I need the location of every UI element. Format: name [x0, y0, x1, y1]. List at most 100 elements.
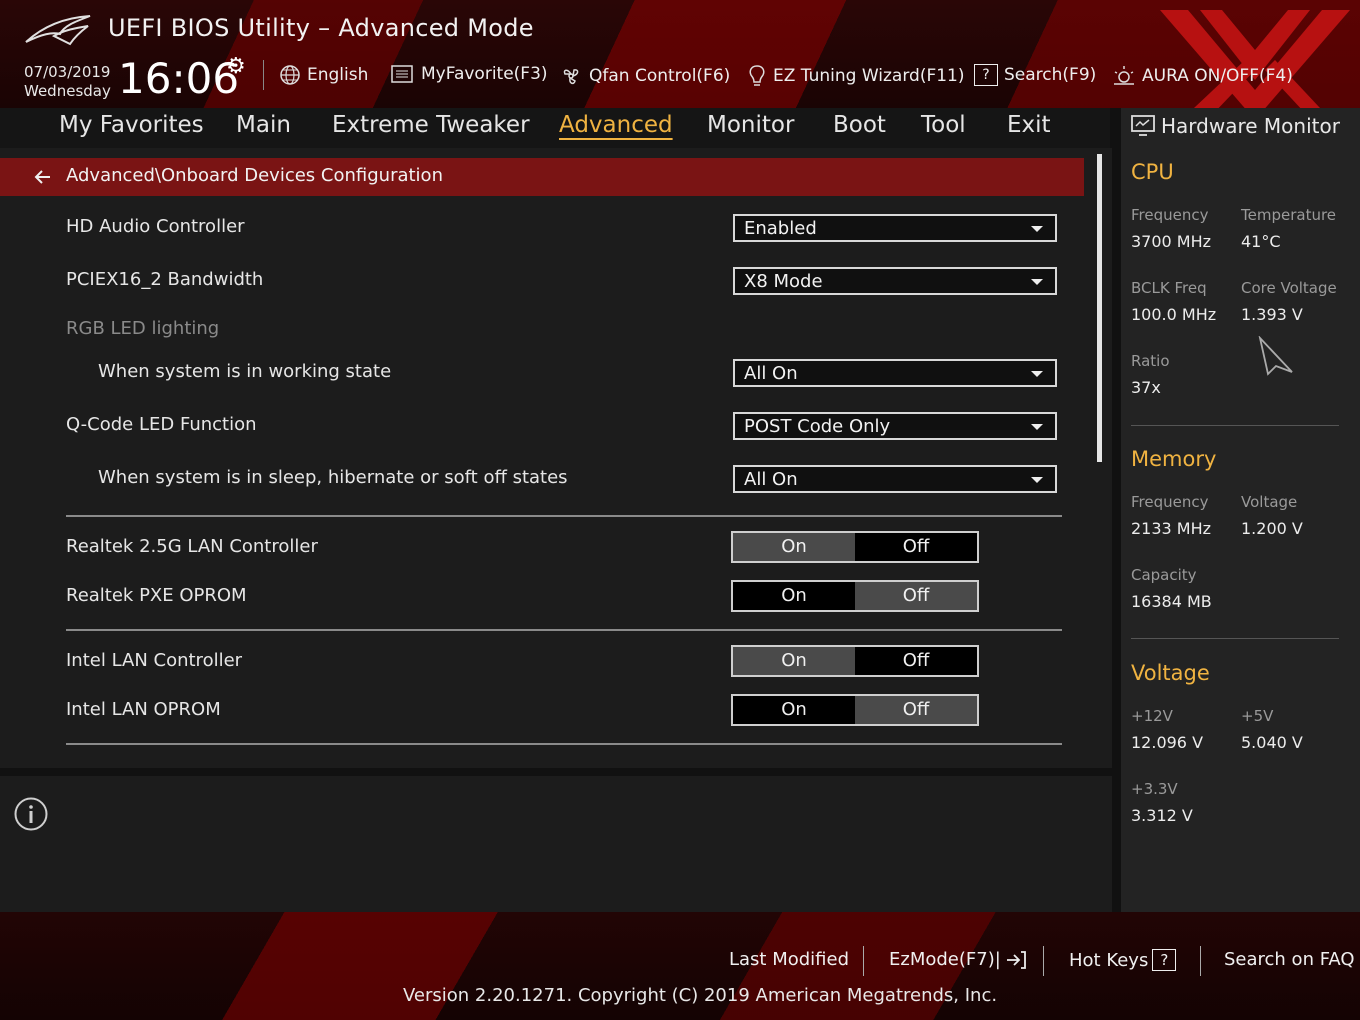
tab-exit[interactable]: Exit	[1007, 112, 1051, 138]
hot-keys-label: Hot Keys	[1069, 949, 1149, 971]
gear-icon[interactable]: ⚙	[226, 54, 246, 79]
ezmode-button[interactable]: EzMode(F7)|	[889, 949, 1027, 970]
globe-icon	[280, 65, 300, 85]
working-state-select[interactable]: All On	[733, 359, 1057, 387]
help-panel	[0, 776, 1112, 912]
pciex16-label: PCIEX16_2 Bandwidth	[66, 269, 264, 290]
search-faq-button[interactable]: Search on FAQ	[1224, 949, 1355, 970]
section-divider	[66, 515, 1062, 517]
ratio-value: 37x	[1131, 378, 1161, 397]
scrollbar[interactable]	[1097, 154, 1102, 462]
qfan-button[interactable]: Qfan Control(F6)	[559, 64, 730, 88]
ezmode-label: EzMode(F7)|	[889, 949, 1001, 970]
intel-oprom-on[interactable]: On	[733, 696, 855, 724]
hd-audio-select[interactable]: Enabled	[733, 214, 1057, 242]
intel-oprom-label: Intel LAN OPROM	[66, 699, 221, 720]
back-arrow-icon[interactable]	[32, 166, 54, 188]
sleep-state-label: When system is in sleep, hibernate or so…	[98, 467, 568, 488]
weekday-text: Wednesday	[24, 82, 111, 100]
section-divider	[66, 743, 1062, 745]
core-voltage-value: 1.393 V	[1241, 305, 1303, 324]
memory-frequency-value: 2133 MHz	[1131, 519, 1212, 538]
qfan-label: Qfan Control(F6)	[589, 66, 731, 86]
realtek-lan-toggle[interactable]: On Off	[731, 531, 979, 563]
tab-extreme-tweaker[interactable]: Extreme Tweaker	[332, 112, 530, 138]
hd-audio-value: Enabled	[744, 218, 817, 239]
hardware-monitor-panel: Hardware Monitor CPU Frequency 3700 MHz …	[1121, 108, 1360, 912]
v12-value: 12.096 V	[1131, 733, 1204, 752]
v5-value: 5.040 V	[1241, 733, 1303, 752]
cpu-temperature-label: Temperature	[1241, 206, 1337, 224]
intel-oprom-off[interactable]: Off	[855, 696, 977, 724]
ratio-label: Ratio	[1131, 352, 1170, 370]
section-divider	[66, 629, 1062, 631]
tab-boot[interactable]: Boot	[833, 112, 886, 138]
v33-label: +3.3V	[1131, 780, 1178, 798]
realtek-lan-on[interactable]: On	[733, 533, 855, 561]
date-display: 07/03/2019 Wednesday	[24, 63, 111, 101]
aura-label: AURA ON/OFF(F4)	[1142, 66, 1293, 86]
info-icon	[14, 797, 48, 831]
tab-tool[interactable]: Tool	[921, 112, 966, 138]
realtek-pxe-toggle[interactable]: On Off	[731, 580, 979, 612]
bclk-label: BCLK Freq	[1131, 279, 1207, 297]
last-modified-button[interactable]: Last Modified	[729, 949, 849, 970]
qcode-select[interactable]: POST Code Only	[733, 412, 1057, 440]
section-divider	[1131, 425, 1339, 426]
bclk-value: 100.0 MHz	[1131, 305, 1217, 324]
chevron-down-icon	[1031, 424, 1043, 430]
intel-lan-off[interactable]: Off	[855, 647, 977, 675]
memory-voltage-label: Voltage	[1241, 493, 1298, 511]
realtek-pxe-on[interactable]: On	[733, 582, 855, 610]
ez-tuning-label: EZ Tuning Wizard(F11)	[773, 66, 965, 86]
breadcrumb: Advanced\Onboard Devices Configuration	[0, 158, 1084, 196]
mouse-cursor-icon	[1258, 336, 1293, 376]
hardware-monitor-title: Hardware Monitor	[1131, 114, 1340, 138]
footer-separator	[1200, 946, 1201, 976]
cpu-frequency-label: Frequency	[1131, 206, 1209, 224]
tab-my-favorites[interactable]: My Favorites	[59, 112, 204, 138]
pciex16-value: X8 Mode	[744, 271, 823, 292]
intel-lan-toggle[interactable]: On Off	[731, 645, 979, 677]
fan-icon	[563, 69, 579, 85]
cpu-heading: CPU	[1131, 160, 1174, 184]
intel-oprom-toggle[interactable]: On Off	[731, 694, 979, 726]
realtek-pxe-off[interactable]: Off	[855, 582, 977, 610]
realtek-pxe-label: Realtek PXE OPROM	[66, 585, 247, 606]
sleep-state-value: All On	[744, 469, 798, 490]
intel-lan-on[interactable]: On	[733, 647, 855, 675]
tab-advanced[interactable]: Advanced	[559, 112, 673, 138]
clock-display: 16:06	[118, 54, 240, 103]
working-state-label: When system is in working state	[98, 361, 392, 382]
question-icon: ?	[1152, 949, 1177, 971]
v12-label: +12V	[1131, 707, 1173, 725]
aura-button[interactable]: AURA ON/OFF(F4)	[1112, 64, 1293, 88]
hardware-monitor-label: Hardware Monitor	[1161, 114, 1340, 138]
v5-label: +5V	[1241, 707, 1274, 725]
hd-audio-label: HD Audio Controller	[66, 216, 245, 237]
ez-tuning-button[interactable]: EZ Tuning Wizard(F11)	[747, 64, 965, 88]
language-button[interactable]: English	[279, 64, 368, 86]
pciex16-select[interactable]: X8 Mode	[733, 267, 1057, 295]
footer: Last Modified EzMode(F7)| Hot Keys ? Sea…	[0, 912, 1360, 1020]
rog-logo	[25, 15, 91, 46]
chevron-down-icon	[1031, 371, 1043, 377]
realtek-lan-off[interactable]: Off	[855, 533, 977, 561]
search-button[interactable]: ? Search(F9)	[974, 64, 1096, 86]
lightbulb-icon	[749, 65, 765, 86]
tab-monitor[interactable]: Monitor	[707, 112, 794, 138]
sleep-state-select[interactable]: All On	[733, 465, 1057, 493]
exit-arrow-icon	[1006, 950, 1026, 969]
rgb-led-heading: RGB LED lighting	[66, 318, 220, 339]
aura-icon	[1114, 66, 1134, 85]
section-divider	[1131, 638, 1339, 639]
qcode-label: Q-Code LED Function	[66, 414, 257, 435]
tab-main[interactable]: Main	[236, 112, 291, 138]
chevron-down-icon	[1031, 477, 1043, 483]
myfavorite-button[interactable]: MyFavorite(F3)	[391, 64, 548, 84]
core-voltage-label: Core Voltage	[1241, 279, 1337, 297]
date-text: 07/03/2019	[24, 63, 111, 81]
v33-value: 3.312 V	[1131, 806, 1193, 825]
search-label: Search(F9)	[1004, 65, 1097, 85]
hot-keys-button[interactable]: Hot Keys ?	[1069, 949, 1177, 971]
